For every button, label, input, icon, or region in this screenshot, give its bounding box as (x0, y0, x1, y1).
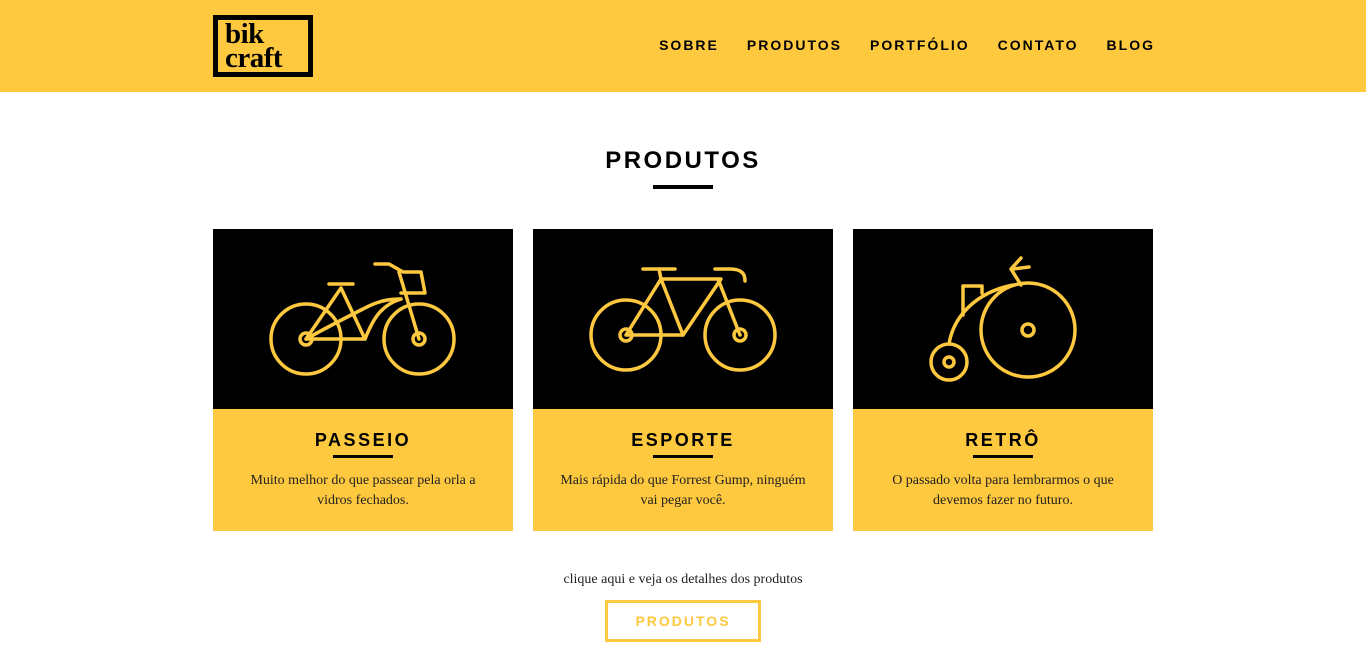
main-nav: SOBRE PRODUTOS PORTFÓLIO CONTATO BLOG (659, 36, 1153, 54)
card-body: PASSEIO Muito melhor do que passear pela… (213, 409, 513, 531)
card-description: Mais rápida do que Forrest Gump, ninguém… (560, 473, 806, 508)
site-header: bik craft SOBRE PRODUTOS PORTFÓLIO CONTA… (0, 0, 1366, 92)
nav-link-sobre[interactable]: SOBRE (659, 36, 719, 54)
product-image (853, 229, 1153, 409)
card-body: RETRÔ O passado volta para lembrarmos o … (853, 409, 1153, 531)
card-title: PASSEIO (314, 430, 412, 450)
nav-link-contato[interactable]: CONTATO (998, 36, 1079, 54)
penny-farthing-icon (929, 256, 1077, 382)
card-title-underline (333, 455, 393, 458)
cta-text: clique aqui e veja os detalhes dos produ… (563, 572, 803, 587)
card-body: ESPORTE Mais rápida do que Forrest Gump,… (533, 409, 833, 531)
logo-text-line2: craft (225, 42, 283, 74)
city-bike-icon (269, 262, 456, 376)
logo[interactable]: bik craft (213, 15, 313, 77)
card-description: Muito melhor do que passear pela orla a … (250, 473, 476, 508)
road-bike-icon (589, 267, 777, 372)
product-image (533, 229, 833, 409)
product-card-passeio[interactable]: PASSEIO Muito melhor do que passear pela… (213, 229, 513, 531)
produtos-button[interactable]: PRODUTOS (605, 600, 761, 642)
card-title: ESPORTE (631, 430, 735, 450)
nav-link-produtos[interactable]: PRODUTOS (747, 36, 842, 54)
product-card-retro[interactable]: RETRÔ O passado volta para lembrarmos o … (853, 229, 1153, 531)
product-card-esporte[interactable]: ESPORTE Mais rápida do que Forrest Gump,… (533, 229, 833, 531)
card-title-underline (653, 455, 713, 458)
section-title-underline (653, 185, 713, 189)
nav-link-blog[interactable]: BLOG (1107, 36, 1155, 54)
nav-link-portfolio[interactable]: PORTFÓLIO (870, 36, 970, 54)
card-title-underline (973, 455, 1033, 458)
card-description: O passado volta para lembrarmos o que de… (892, 473, 1114, 508)
product-image (213, 229, 513, 409)
section-title: PRODUTOS (605, 147, 761, 174)
card-title: RETRÔ (965, 430, 1041, 450)
